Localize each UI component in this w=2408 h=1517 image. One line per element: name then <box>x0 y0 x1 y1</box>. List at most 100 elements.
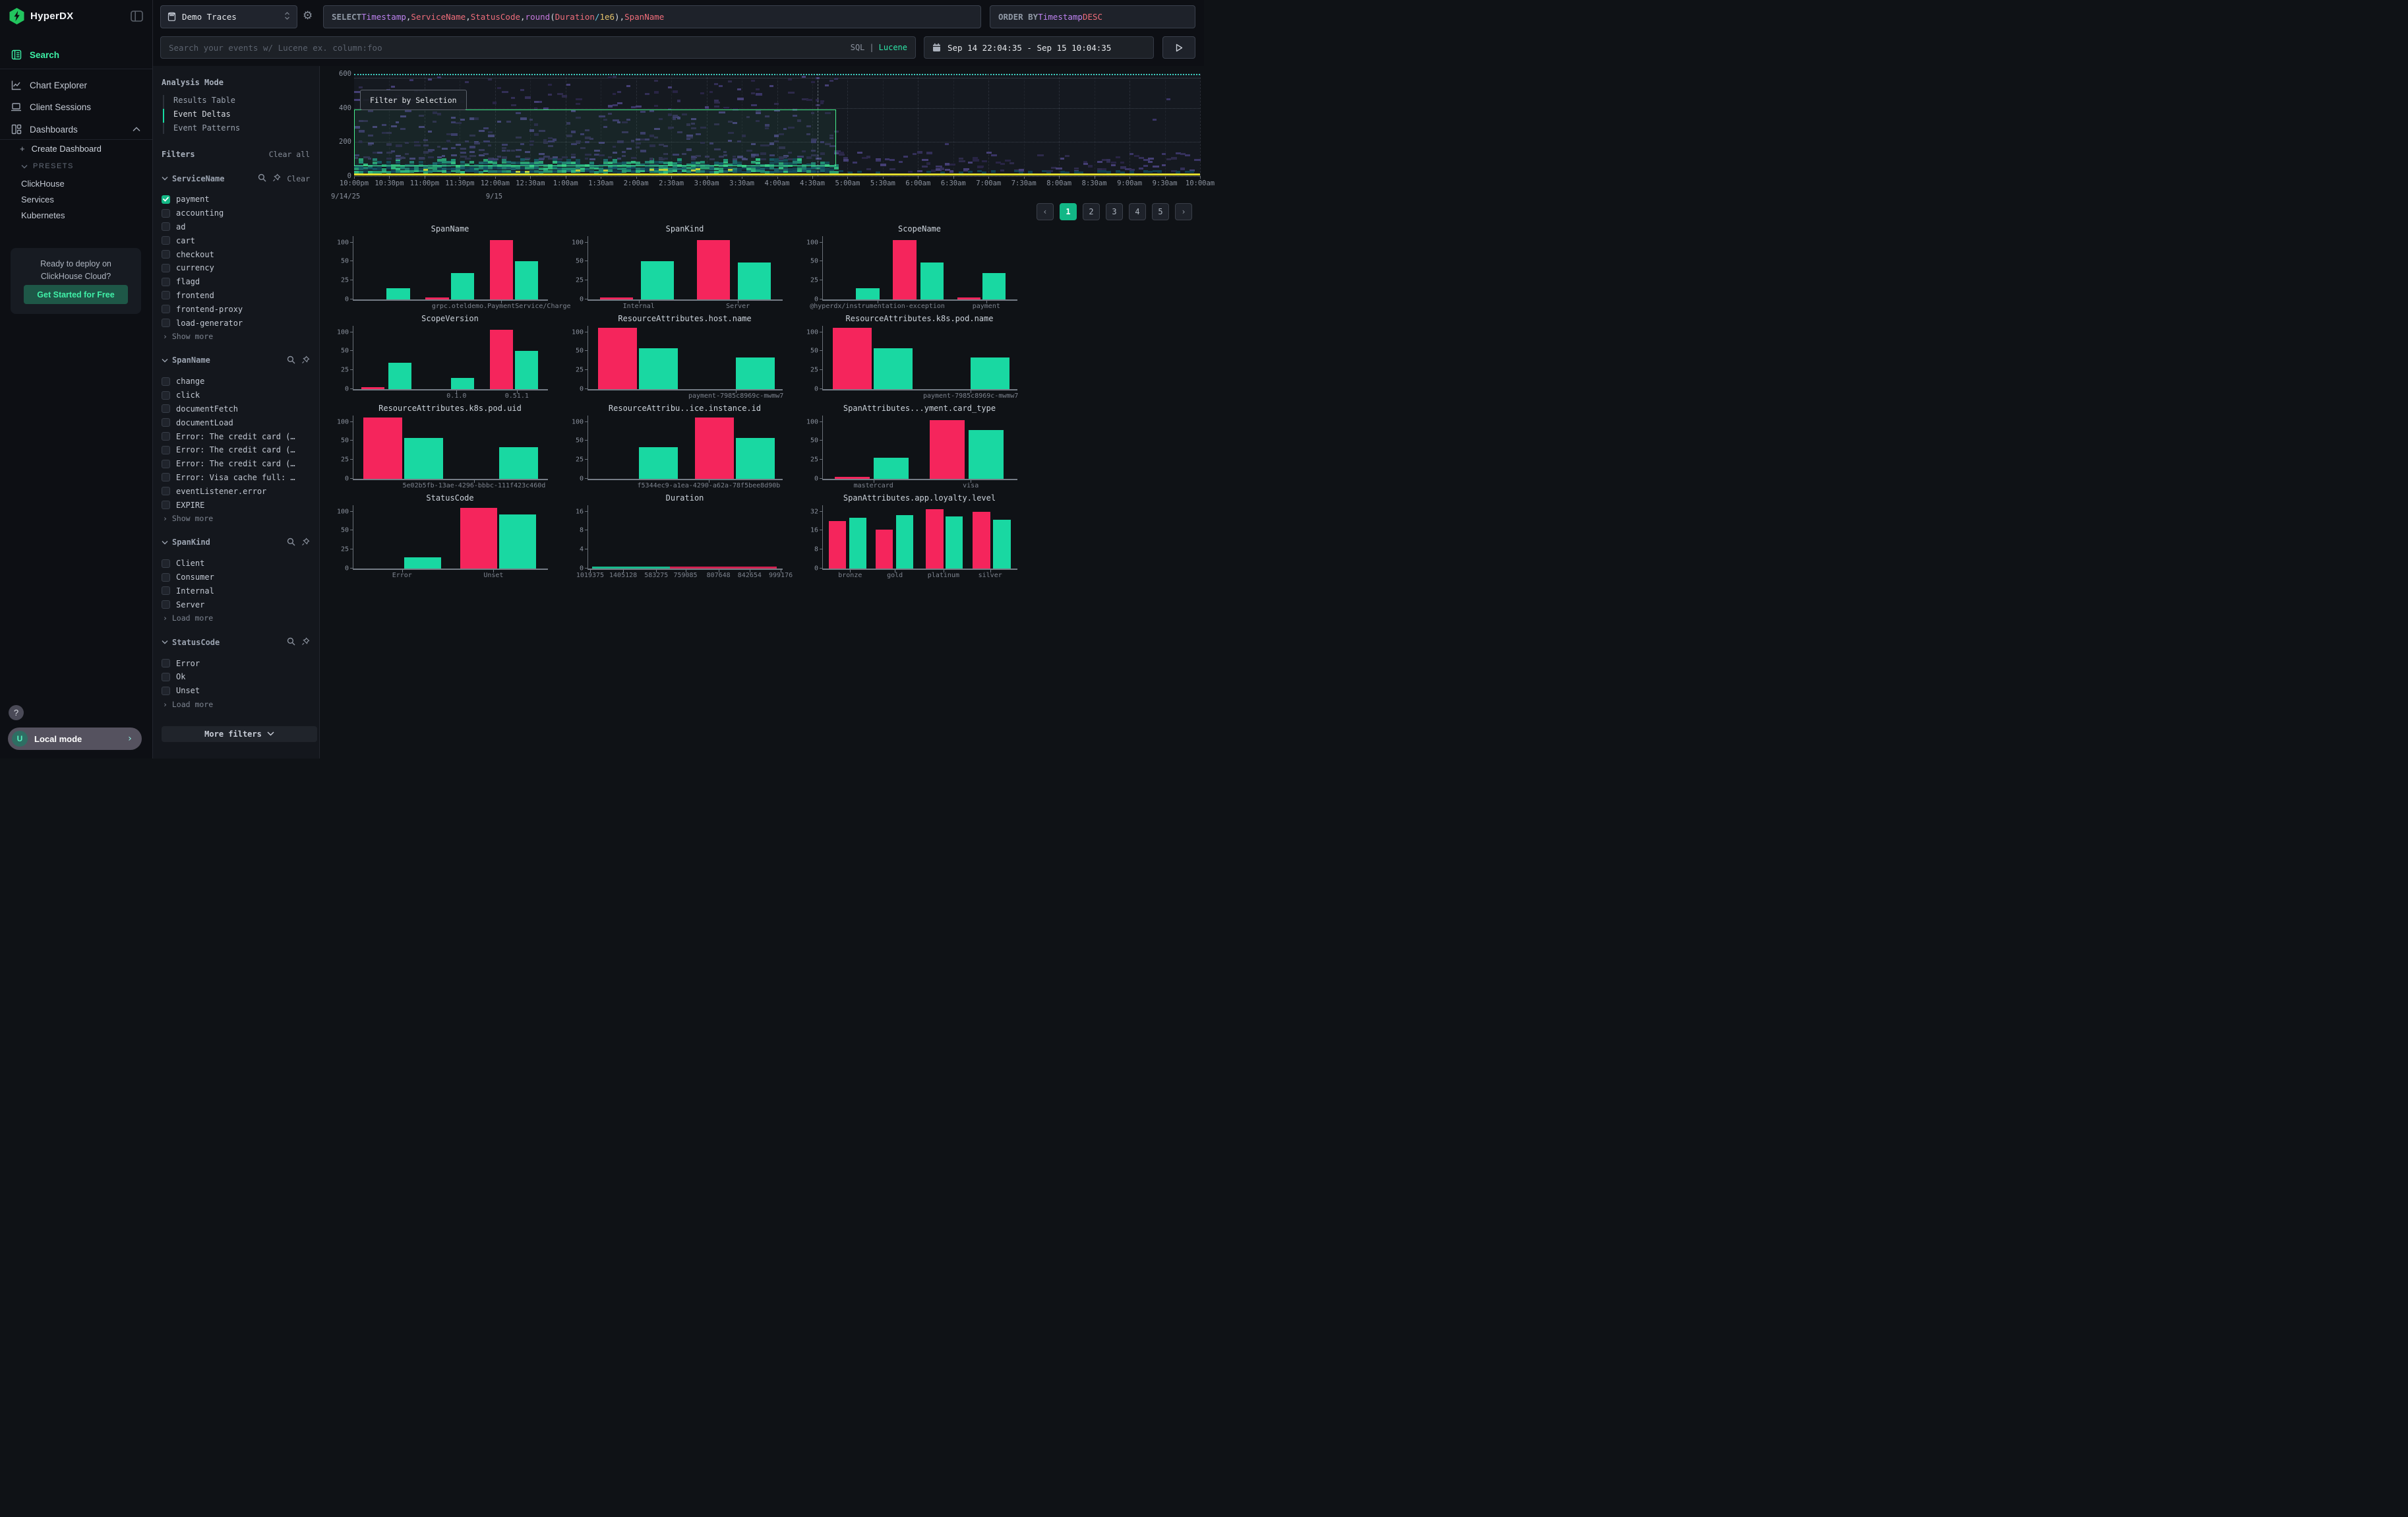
checkbox[interactable] <box>162 222 170 231</box>
filter-item-click[interactable]: click <box>162 388 310 402</box>
sidebar-preset-clickhouse[interactable]: ClickHouse <box>21 179 65 189</box>
filter-item-ad[interactable]: ad <box>162 220 310 234</box>
create-dashboard-button[interactable]: +Create Dashboard <box>20 144 102 154</box>
search-input[interactable]: Search your events w/ Lucene ex. column:… <box>160 36 916 59</box>
show-more-link[interactable]: › Show more <box>163 332 310 341</box>
filter-item-eventlistener-error[interactable]: eventListener.error <box>162 484 310 498</box>
clear-all-filters-button[interactable]: Clear all <box>269 150 310 159</box>
pin-icon[interactable] <box>301 636 310 648</box>
run-query-button[interactable] <box>1162 36 1195 59</box>
checkbox[interactable] <box>162 236 170 245</box>
checkbox[interactable] <box>162 573 170 582</box>
search-icon[interactable] <box>258 172 266 185</box>
filter-item-frontend-proxy[interactable]: frontend-proxy <box>162 302 310 316</box>
presets-toggle[interactable]: PRESETS <box>21 162 74 170</box>
order-by-input[interactable]: ORDER BY Timestamp DESC <box>990 5 1195 28</box>
checkbox[interactable] <box>162 319 170 327</box>
checkbox[interactable] <box>162 487 170 495</box>
checkbox[interactable] <box>162 600 170 609</box>
filter-item-load-generator[interactable]: load-generator <box>162 316 310 330</box>
checkbox[interactable] <box>162 418 170 427</box>
select-clause-input[interactable]: SELECT Timestamp, ServiceName, StatusCod… <box>323 5 981 28</box>
pin-icon[interactable] <box>301 354 310 367</box>
search-icon[interactable] <box>287 354 295 367</box>
date-range-picker[interactable]: Sep 14 22:04:35 - Sep 15 10:04:35 <box>924 36 1154 59</box>
checkbox[interactable] <box>162 673 170 681</box>
filter-item-documentfetch[interactable]: documentFetch <box>162 402 310 416</box>
pagination-page-5[interactable]: 5 <box>1152 203 1169 220</box>
filter-item-error-the-credit-card-[interactable]: Error: The credit card (… <box>162 429 310 443</box>
checkbox[interactable] <box>162 404 170 413</box>
pagination-prev-button[interactable]: ‹ <box>1037 203 1054 220</box>
pagination-page-3[interactable]: 3 <box>1106 203 1123 220</box>
heatmap-selection-box[interactable] <box>354 109 836 166</box>
filter-item-frontend[interactable]: frontend <box>162 289 310 303</box>
filter-item-error-the-credit-card-[interactable]: Error: The credit card (… <box>162 443 310 457</box>
filter-item-currency[interactable]: currency <box>162 261 310 275</box>
checkbox[interactable] <box>162 687 170 695</box>
checkbox[interactable] <box>162 473 170 481</box>
checkbox[interactable] <box>162 278 170 286</box>
gear-icon[interactable]: ⚙ <box>303 9 313 22</box>
sidebar-item-client-sessions[interactable]: Client Sessions <box>0 98 152 115</box>
help-button[interactable]: ? <box>9 705 24 720</box>
checkbox[interactable] <box>162 305 170 313</box>
filter-item-cart[interactable]: cart <box>162 233 310 247</box>
checkbox[interactable] <box>162 586 170 595</box>
sidebar-collapse-icon[interactable] <box>131 11 143 24</box>
filter-section-name[interactable]: SpanName <box>162 356 282 365</box>
lucene-option[interactable]: Lucene <box>879 43 907 52</box>
filter-item-error-the-credit-card-[interactable]: Error: The credit card (… <box>162 457 310 471</box>
filter-item-documentload[interactable]: documentLoad <box>162 416 310 429</box>
source-select[interactable]: Demo Traces <box>160 5 297 28</box>
checkbox[interactable] <box>162 209 170 218</box>
search-icon[interactable] <box>287 636 295 648</box>
filter-section-name[interactable]: StatusCode <box>162 638 282 647</box>
filter-item-error[interactable]: Error <box>162 656 310 670</box>
filter-item-accounting[interactable]: accounting <box>162 206 310 220</box>
checkbox[interactable] <box>162 391 170 400</box>
filter-item-change[interactable]: change <box>162 375 310 388</box>
pagination-next-button[interactable]: › <box>1175 203 1192 220</box>
analysis-mode-event-deltas[interactable]: Event Deltas <box>163 108 310 121</box>
local-mode-button[interactable]: U Local mode › <box>8 728 142 750</box>
pin-icon[interactable] <box>272 172 281 185</box>
checkbox[interactable] <box>162 559 170 568</box>
checkbox[interactable] <box>162 264 170 272</box>
pagination-page-2[interactable]: 2 <box>1083 203 1100 220</box>
search-icon[interactable] <box>287 536 295 549</box>
checkbox[interactable] <box>162 195 170 204</box>
sidebar-item-dashboards[interactable]: Dashboards <box>0 121 152 138</box>
filter-item-expire[interactable]: EXPIRE <box>162 498 310 512</box>
checkbox[interactable] <box>162 501 170 509</box>
checkbox[interactable] <box>162 250 170 259</box>
filter-section-name[interactable]: ServiceName <box>162 174 253 183</box>
analysis-mode-results-table[interactable]: Results Table <box>163 94 310 108</box>
pin-icon[interactable] <box>301 536 310 549</box>
get-started-button[interactable]: Get Started for Free <box>24 285 128 304</box>
filter-section-name[interactable]: SpanKind <box>162 538 282 547</box>
sidebar-preset-kubernetes[interactable]: Kubernetes <box>21 210 65 220</box>
filter-item-server[interactable]: Server <box>162 598 310 611</box>
filter-item-payment[interactable]: payment <box>162 193 310 206</box>
load-more-link[interactable]: › Load more <box>163 700 310 709</box>
clear-facet-button[interactable]: Clear <box>287 174 310 183</box>
load-more-link[interactable]: › Load more <box>163 613 310 623</box>
checkbox[interactable] <box>162 460 170 468</box>
more-filters-button[interactable]: More filters <box>162 726 317 742</box>
analysis-mode-event-patterns[interactable]: Event Patterns <box>163 121 310 135</box>
duration-heatmap[interactable]: Filter by Selection <box>354 74 1200 177</box>
checkbox[interactable] <box>162 446 170 454</box>
filter-item-client[interactable]: Client <box>162 557 310 571</box>
pagination-page-1[interactable]: 1 <box>1060 203 1077 220</box>
checkbox[interactable] <box>162 432 170 441</box>
filter-item-checkout[interactable]: checkout <box>162 247 310 261</box>
show-more-link[interactable]: › Show more <box>163 514 310 523</box>
checkbox[interactable] <box>162 291 170 299</box>
sidebar-item-chart-explorer[interactable]: Chart Explorer <box>0 77 152 94</box>
filter-item-flagd[interactable]: flagd <box>162 275 310 289</box>
query-language-toggle[interactable]: SQL | Lucene <box>851 43 907 52</box>
filter-by-selection-button[interactable]: Filter by Selection <box>360 90 467 110</box>
filter-item-consumer[interactable]: Consumer <box>162 571 310 584</box>
sidebar-item-search[interactable]: Search <box>0 46 152 63</box>
